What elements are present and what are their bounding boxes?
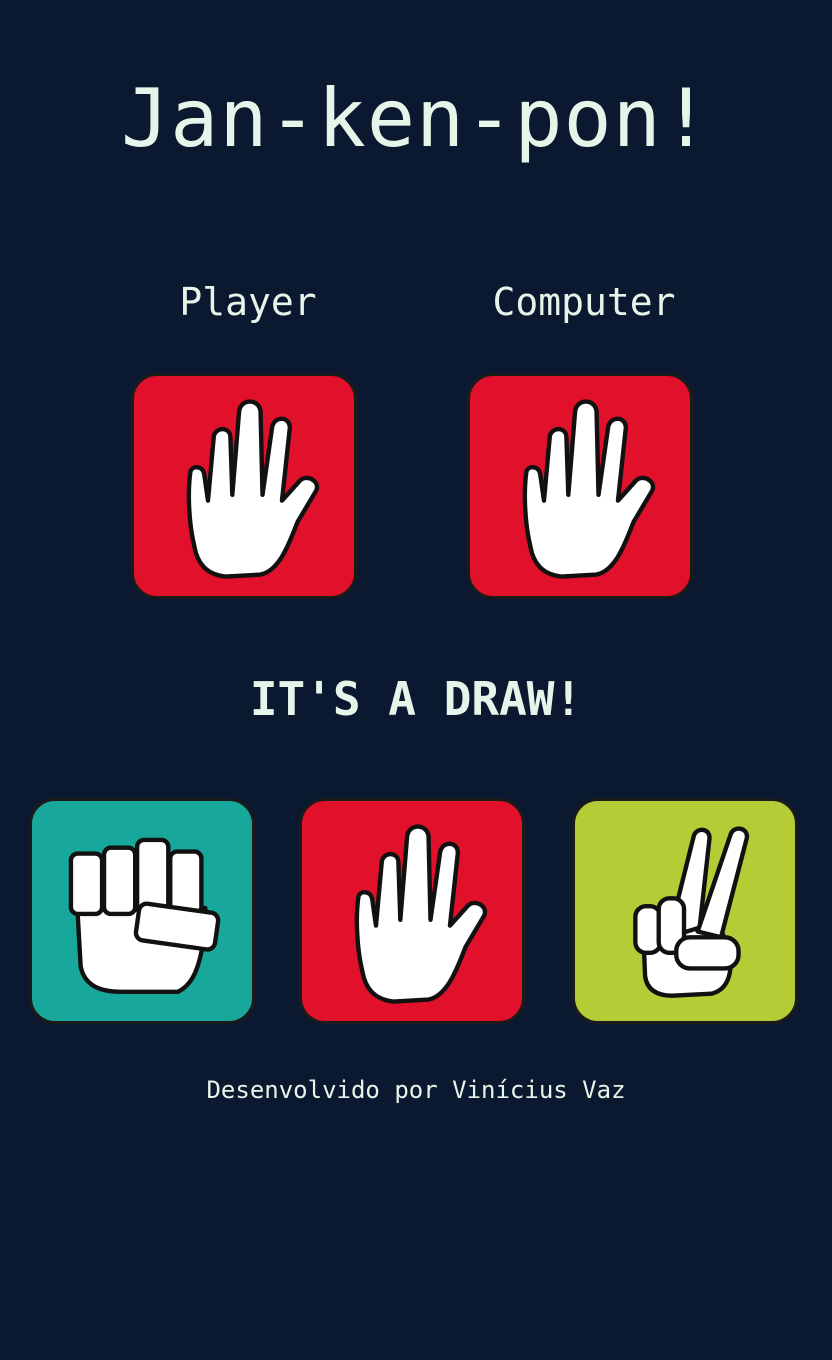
player-label: Player [179,280,317,324]
paper-icon [522,399,656,579]
result-message: IT'S A DRAW! [249,672,583,726]
scissors-button[interactable] [572,798,798,1024]
rock-button[interactable] [29,798,255,1024]
computer-choice-card [467,373,693,599]
computer-label: Computer [492,280,676,324]
paper-icon [186,399,320,579]
footer-credit: Desenvolvido por Vinícius Vaz [206,1076,626,1104]
game-title: Jan-ken-pon! [121,72,711,165]
player-choice-card [131,373,357,599]
rock-icon [68,837,221,994]
paper-button[interactable] [299,798,525,1024]
scissors-icon [633,826,750,998]
paper-icon [354,824,488,1004]
